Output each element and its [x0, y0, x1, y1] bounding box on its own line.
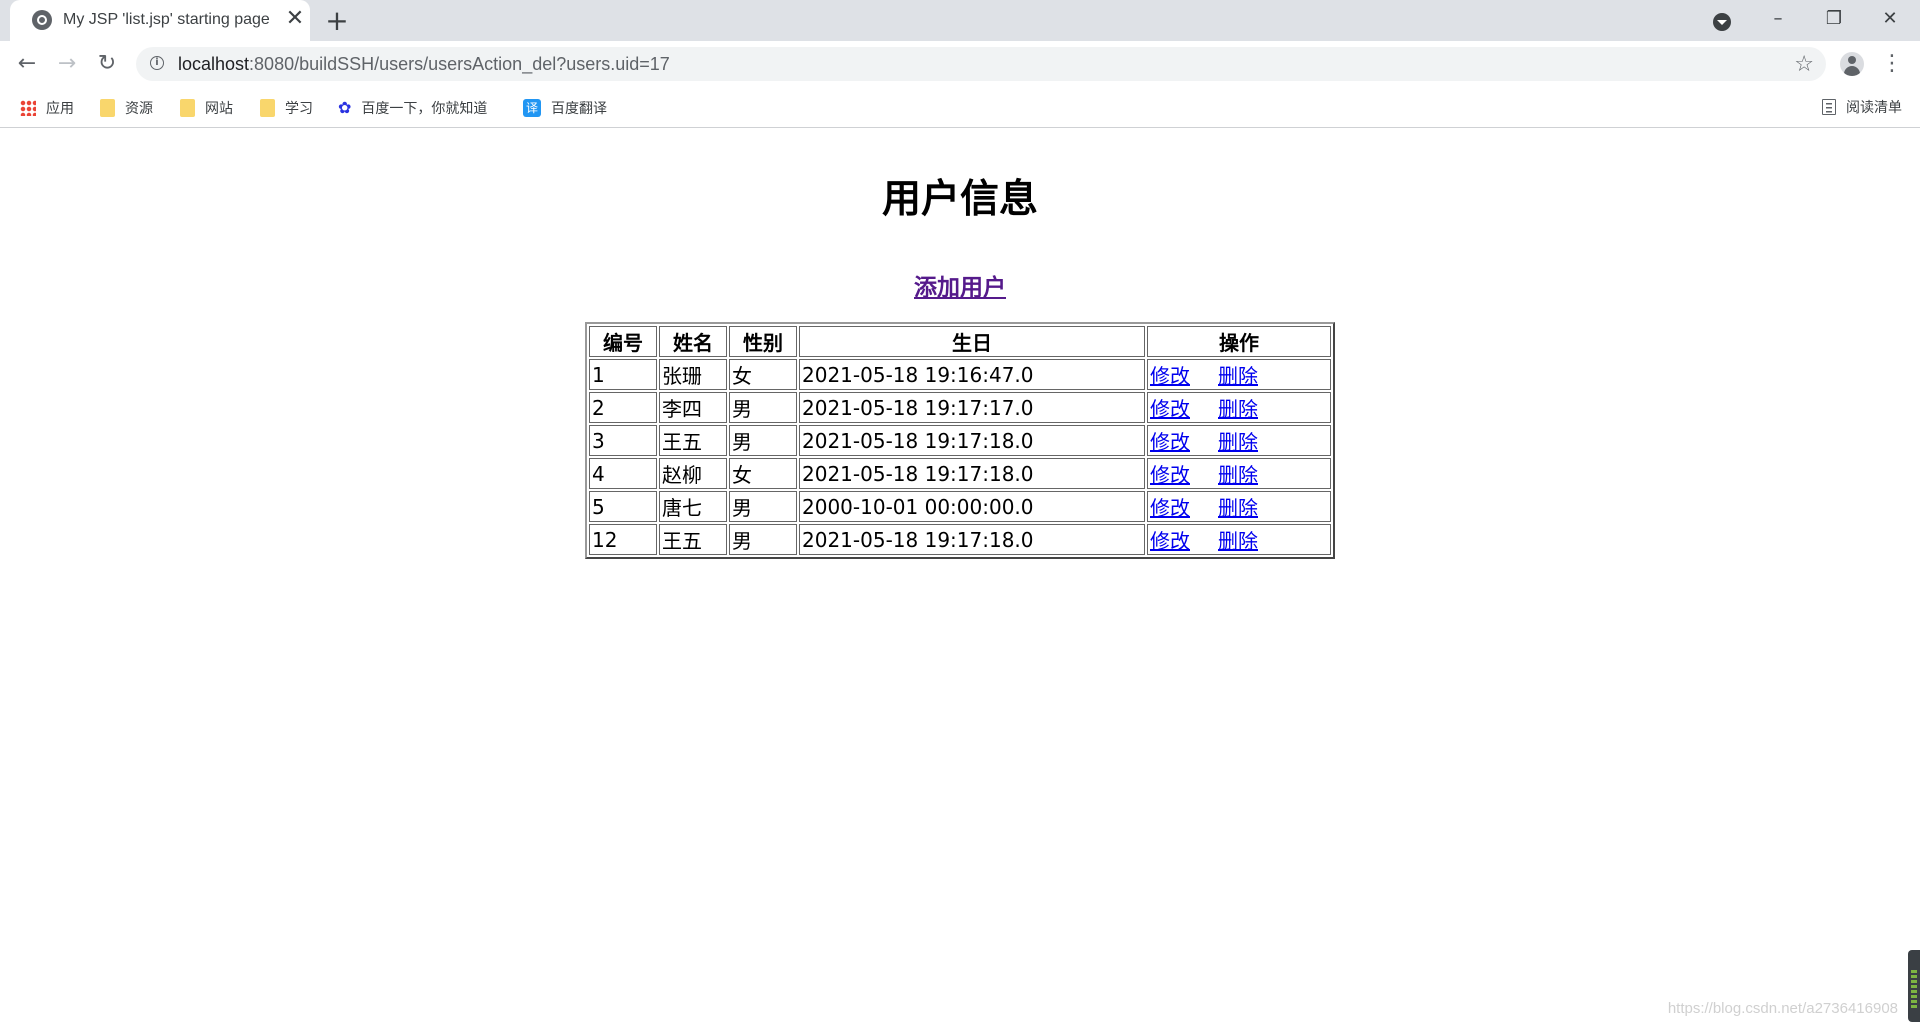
browser-toolbar: ← → ↻ i localhost:8080/buildSSH/users/us…	[0, 41, 1920, 87]
cell-birthday: 2021-05-18 19:17:18.0	[799, 458, 1145, 489]
cell-birthday: 2021-05-18 19:16:47.0	[799, 359, 1145, 390]
cell-name: 张珊	[659, 359, 727, 390]
site-info-icon[interactable]: i	[150, 56, 164, 70]
table-row: 4 赵柳 女 2021-05-18 19:17:18.0 修改 删除	[589, 458, 1331, 489]
cell-actions: 修改 删除	[1147, 491, 1331, 522]
bookmark-folder-resources[interactable]: 资源	[100, 97, 153, 119]
page-title: 用户信息	[881, 177, 1038, 222]
delete-link[interactable]: 删除	[1218, 430, 1258, 454]
edit-link[interactable]: 修改	[1150, 496, 1190, 520]
new-tab-button[interactable]: +	[322, 6, 352, 36]
add-user-link[interactable]: 添加用户	[914, 275, 1006, 301]
table-header-row: 编号 姓名 性别 生日 操作	[589, 326, 1331, 357]
address-bar[interactable]: i localhost:8080/buildSSH/users/usersAct…	[136, 47, 1826, 81]
cell-id: 5	[589, 491, 657, 522]
cell-gender: 男	[729, 491, 797, 522]
cell-gender: 男	[729, 425, 797, 456]
folder-icon	[180, 99, 195, 117]
minimize-button[interactable]: –	[1750, 0, 1806, 41]
cell-actions: 修改 删除	[1147, 458, 1331, 489]
cell-birthday: 2021-05-18 19:17:17.0	[799, 392, 1145, 423]
cell-actions: 修改 删除	[1147, 392, 1331, 423]
bookmark-folder-websites[interactable]: 网站	[180, 97, 233, 119]
cell-name: 王五	[659, 425, 727, 456]
delete-link[interactable]: 删除	[1218, 529, 1258, 553]
close-window-button[interactable]: ✕	[1862, 0, 1918, 41]
header-actions: 操作	[1147, 326, 1331, 357]
table-row: 3 王五 男 2021-05-18 19:17:18.0 修改 删除	[589, 425, 1331, 456]
cell-name: 李四	[659, 392, 727, 423]
header-gender: 性别	[729, 326, 797, 357]
cell-gender: 男	[729, 392, 797, 423]
header-birthday: 生日	[799, 326, 1145, 357]
table-row: 5 唐七 男 2000-10-01 00:00:00.0 修改 删除	[589, 491, 1331, 522]
cell-name: 唐七	[659, 491, 727, 522]
bookmark-apps[interactable]: 应用	[20, 97, 74, 119]
cell-name: 赵柳	[659, 458, 727, 489]
close-tab-icon[interactable]: ✕	[282, 6, 308, 32]
cell-actions: 修改 删除	[1147, 359, 1331, 390]
folder-icon	[260, 99, 275, 117]
bookmark-baidu-translate[interactable]: 译 百度翻译	[523, 97, 607, 119]
tab-search-icon[interactable]	[1713, 13, 1731, 31]
tab-title: My JSP 'list.jsp' starting page	[63, 11, 270, 28]
bookmark-baidu[interactable]: ✿ 百度一下，你就知道	[338, 97, 487, 119]
add-user-container: 添加用户	[0, 268, 1920, 302]
cell-id: 2	[589, 392, 657, 423]
table-row: 12 王五 男 2021-05-18 19:17:18.0 修改 删除	[589, 524, 1331, 555]
profile-avatar-icon[interactable]	[1840, 52, 1864, 76]
cell-actions: 修改 删除	[1147, 524, 1331, 555]
edit-link[interactable]: 修改	[1150, 529, 1190, 553]
watermark: https://blog.csdn.net/a2736416908	[1667, 1000, 1898, 1017]
cell-gender: 女	[729, 458, 797, 489]
delete-link[interactable]: 删除	[1218, 463, 1258, 487]
forward-arrow-icon[interactable]: →	[53, 50, 81, 78]
delete-link[interactable]: 删除	[1218, 496, 1258, 520]
delete-link[interactable]: 删除	[1218, 397, 1258, 421]
back-arrow-icon[interactable]: ←	[13, 50, 41, 78]
cell-gender: 女	[729, 359, 797, 390]
side-widget-handle[interactable]	[1908, 950, 1920, 1022]
baidu-paw-icon: ✿	[338, 98, 352, 117]
cell-gender: 男	[729, 524, 797, 555]
bookmark-folder-study[interactable]: 学习	[260, 97, 313, 119]
delete-link[interactable]: 删除	[1218, 364, 1258, 388]
edit-link[interactable]: 修改	[1150, 397, 1190, 421]
edit-link[interactable]: 修改	[1150, 430, 1190, 454]
reading-list-icon	[1822, 99, 1836, 115]
edit-link[interactable]: 修改	[1150, 463, 1190, 487]
cell-id: 4	[589, 458, 657, 489]
globe-icon	[32, 10, 52, 30]
header-name: 姓名	[659, 326, 727, 357]
reload-icon[interactable]: ↻	[93, 50, 121, 78]
tab-active[interactable]: My JSP 'list.jsp' starting page ✕	[10, 0, 310, 41]
cell-id: 3	[589, 425, 657, 456]
tab-strip: My JSP 'list.jsp' starting page ✕ + – ❐ …	[0, 0, 1920, 41]
bookmarks-bar: 应用 资源 网站 学习 ✿ 百度一下，你就知道 译 百度翻译 阅读清单	[0, 87, 1920, 128]
url-text[interactable]: localhost:8080/buildSSH/users/usersActio…	[178, 54, 670, 75]
users-table: 编号 姓名 性别 生日 操作 1 张珊 女 2021-05-18 19:16:4…	[585, 322, 1335, 559]
cell-actions: 修改 删除	[1147, 425, 1331, 456]
table-row: 2 李四 男 2021-05-18 19:17:17.0 修改 删除	[589, 392, 1331, 423]
reading-list-button[interactable]: 阅读清单	[1822, 97, 1902, 117]
cell-name: 王五	[659, 524, 727, 555]
restore-button[interactable]: ❐	[1806, 0, 1862, 41]
baidu-translate-icon: 译	[523, 99, 541, 117]
cell-id: 1	[589, 359, 657, 390]
apps-grid-icon	[20, 100, 36, 116]
table-row: 1 张珊 女 2021-05-18 19:16:47.0 修改 删除	[589, 359, 1331, 390]
cell-birthday: 2000-10-01 00:00:00.0	[799, 491, 1145, 522]
header-id: 编号	[589, 326, 657, 357]
menu-kebab-icon[interactable]: ⋮	[1880, 50, 1904, 78]
folder-icon	[100, 99, 115, 117]
cell-birthday: 2021-05-18 19:17:18.0	[799, 425, 1145, 456]
bookmark-star-icon[interactable]: ☆	[1794, 52, 1814, 77]
cell-birthday: 2021-05-18 19:17:18.0	[799, 524, 1145, 555]
edit-link[interactable]: 修改	[1150, 364, 1190, 388]
cell-id: 12	[589, 524, 657, 555]
